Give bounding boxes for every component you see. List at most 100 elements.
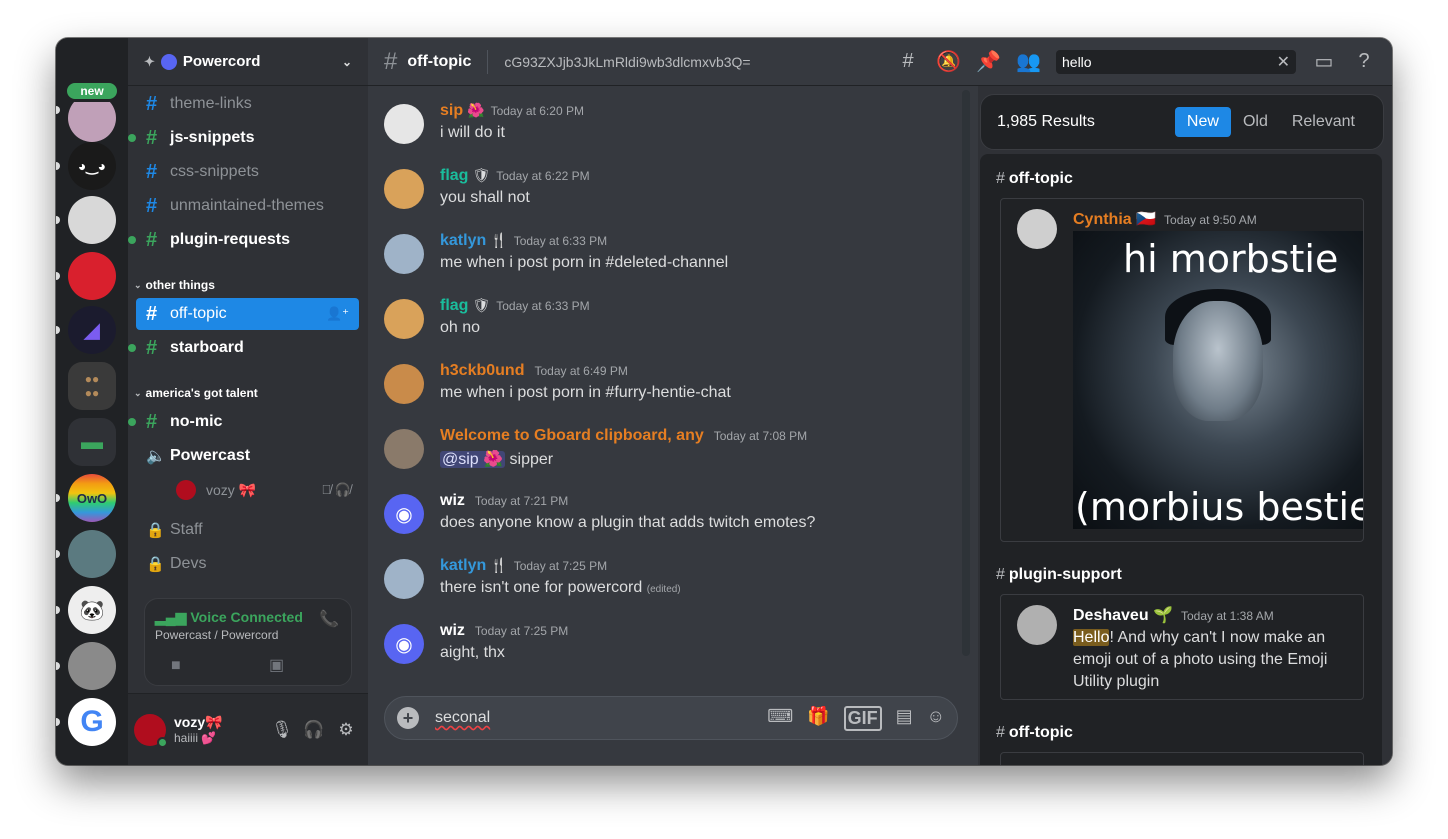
- author-name[interactable]: Deshaveu 🌱: [1073, 605, 1173, 625]
- message[interactable]: flag 🛡 Today at 6:33 PM oh no: [384, 297, 964, 357]
- channel-devs[interactable]: 🔒 Devs: [136, 548, 359, 580]
- result-channel-label[interactable]: # off-topic: [996, 724, 1073, 742]
- search-result[interactable]: Cynthia 🇨🇿 Today at 9:50 AM hi morbstie …: [1000, 198, 1364, 542]
- server-avatar-9[interactable]: [68, 530, 116, 578]
- meme-image[interactable]: hi morbstie (morbius bestie: [1073, 231, 1363, 529]
- online-status-icon: [157, 736, 168, 748]
- emoji-icon[interactable]: ☺: [927, 706, 945, 731]
- disconnect-icon[interactable]: 📞: [319, 609, 339, 629]
- user-mention[interactable]: @sip 🌺: [440, 451, 506, 468]
- timestamp: Today at 6:20 PM: [490, 104, 584, 118]
- message[interactable]: ◉ wiz Today at 7:21 PM does anyone know a p…: [384, 492, 964, 552]
- message[interactable]: h3ckb0und Today at 6:49 PM me when i post …: [384, 362, 964, 422]
- member-list-icon[interactable]: 👥: [1016, 49, 1041, 74]
- chevron-down-icon[interactable]: ⌄: [342, 55, 352, 69]
- avatar[interactable]: [384, 429, 424, 469]
- channel-powercast[interactable]: 🔈 Powercast: [136, 440, 359, 472]
- server-avatar-3[interactable]: [68, 196, 116, 244]
- avatar[interactable]: [384, 169, 424, 209]
- result-channel-label[interactable]: # off-topic: [996, 170, 1073, 188]
- panda-server[interactable]: 🐼: [68, 586, 116, 634]
- keyboard-icon[interactable]: ⌨: [767, 706, 793, 731]
- message[interactable]: katlyn 🍴 Today at 7:25 PM there isn't one f…: [384, 557, 964, 617]
- avatar[interactable]: ◉: [384, 624, 424, 664]
- channel-starboard[interactable]: # starboard: [128, 332, 359, 364]
- powercord-server[interactable]: ◢: [68, 306, 116, 354]
- channel-css-snippets[interactable]: # css-snippets: [136, 156, 359, 188]
- avatar[interactable]: [384, 234, 424, 274]
- channel-no-mic[interactable]: # no-mic: [128, 406, 359, 438]
- gear-icon[interactable]: ⚙: [330, 720, 362, 740]
- voice-user-vozy[interactable]: vozy 🎀 🎙̸ 🎧̸: [166, 474, 359, 506]
- sort-new-tab[interactable]: New: [1174, 107, 1231, 137]
- message-input[interactable]: seconal: [435, 709, 490, 727]
- author-name[interactable]: wiz: [440, 492, 465, 510]
- mute-icon[interactable]: 🎙: [266, 720, 298, 740]
- avatar[interactable]: [384, 364, 424, 404]
- search-result[interactable]: Deshaveu 🌱 Today at 1:38 AM Hello! And w…: [1000, 594, 1364, 700]
- inbox-icon[interactable]: ▭: [1312, 49, 1336, 74]
- author-name[interactable]: Cynthia 🇨🇿: [1073, 209, 1156, 229]
- author-name[interactable]: Welcome to Gboard clipboard, any: [440, 427, 704, 445]
- channel-topic[interactable]: cG93ZXJjb3JkLmRldi9wb3dlcmxvb3Q=: [504, 54, 750, 70]
- message[interactable]: ◉ wiz Today at 7:25 PM aight, thx: [384, 622, 964, 682]
- owo-server[interactable]: OwO: [68, 474, 116, 522]
- avatar[interactable]: [134, 713, 168, 748]
- avatar[interactable]: [384, 299, 424, 339]
- author-name[interactable]: wiz: [440, 622, 465, 640]
- message[interactable]: katlyn 🍴 Today at 6:33 PM me when i post po…: [384, 232, 964, 292]
- search-highlight: Hello: [1073, 629, 1110, 646]
- pin-icon[interactable]: 📌: [976, 49, 1001, 74]
- grey-server[interactable]: [68, 642, 116, 690]
- sticker-icon[interactable]: ▤: [896, 706, 913, 731]
- author-name[interactable]: h3ckb0und: [440, 362, 524, 380]
- google-icon[interactable]: G: [68, 698, 116, 746]
- sort-relevant-tab[interactable]: Relevant: [1280, 107, 1367, 137]
- deafen-icon[interactable]: 🎧: [298, 720, 330, 740]
- search-input[interactable]: hello ✕: [1056, 49, 1296, 74]
- screenshare-icon[interactable]: ▣: [269, 655, 284, 675]
- channel-plugin-requests[interactable]: # plugin-requests: [128, 224, 359, 256]
- help-icon[interactable]: ?: [1352, 50, 1376, 73]
- server-avatar-4[interactable]: [68, 252, 116, 300]
- author-name[interactable]: sip: [440, 102, 463, 120]
- message[interactable]: sip 🌺 Today at 6:20 PM i will do it: [384, 102, 964, 162]
- gift-icon[interactable]: 🎁: [807, 706, 829, 731]
- category-other-things[interactable]: ⌄ other things: [134, 278, 215, 292]
- message-composer[interactable]: + seconal ⌨ 🎁 GIF ▤ ☺: [384, 696, 958, 740]
- message[interactable]: flag 🛡 Today at 6:22 PM you shall not: [384, 167, 964, 227]
- avatar[interactable]: ◉: [384, 494, 424, 534]
- author-name[interactable]: flag: [440, 297, 468, 315]
- channel-staff[interactable]: 🔒 Staff: [136, 514, 359, 546]
- results-count: 1,985 Results: [997, 113, 1095, 130]
- author-name[interactable]: flag: [440, 167, 468, 185]
- channel-js-snippets[interactable]: # js-snippets: [128, 122, 359, 154]
- category-americas-got-talent[interactable]: ⌄ america's got talent: [134, 386, 258, 400]
- category-label: america's got talent: [145, 386, 258, 400]
- clear-search-icon[interactable]: ✕: [1277, 52, 1290, 72]
- channel-off-topic[interactable]: # off-topic 👤⁺: [136, 298, 359, 330]
- cookie-folder[interactable]: ●● ●●: [68, 362, 116, 410]
- avatar[interactable]: [384, 104, 424, 144]
- server-header[interactable]: ✦ Powercord ⌄: [128, 38, 368, 86]
- sort-old-tab[interactable]: Old: [1231, 107, 1280, 137]
- gif-icon[interactable]: GIF: [843, 705, 882, 731]
- notification-muted-icon[interactable]: 🔕: [936, 49, 961, 74]
- message[interactable]: Welcome to Gboard clipboard, any Today at…: [384, 427, 964, 487]
- message-text: there isn't one for powercord (edited): [440, 579, 681, 596]
- folder-icon[interactable]: ▬: [68, 418, 116, 466]
- avatar[interactable]: [384, 559, 424, 599]
- channel-theme-links[interactable]: # theme-links: [136, 88, 359, 120]
- video-icon[interactable]: ■: [171, 657, 181, 675]
- search-result[interactable]: [1000, 752, 1364, 765]
- result-channel-label[interactable]: # plugin-support: [996, 566, 1122, 584]
- author-name[interactable]: katlyn: [440, 557, 486, 575]
- avatar: [1017, 209, 1057, 249]
- server-avatar-2[interactable]: ◕‿◕: [68, 142, 116, 190]
- channel-unmaintained-themes[interactable]: # unmaintained-themes: [136, 190, 359, 222]
- threads-icon[interactable]: #: [896, 50, 920, 73]
- attach-plus-icon[interactable]: +: [397, 707, 419, 729]
- channel-label: unmaintained-themes: [170, 197, 324, 214]
- invite-icon[interactable]: 👤⁺: [326, 306, 349, 322]
- author-name[interactable]: katlyn: [440, 232, 486, 250]
